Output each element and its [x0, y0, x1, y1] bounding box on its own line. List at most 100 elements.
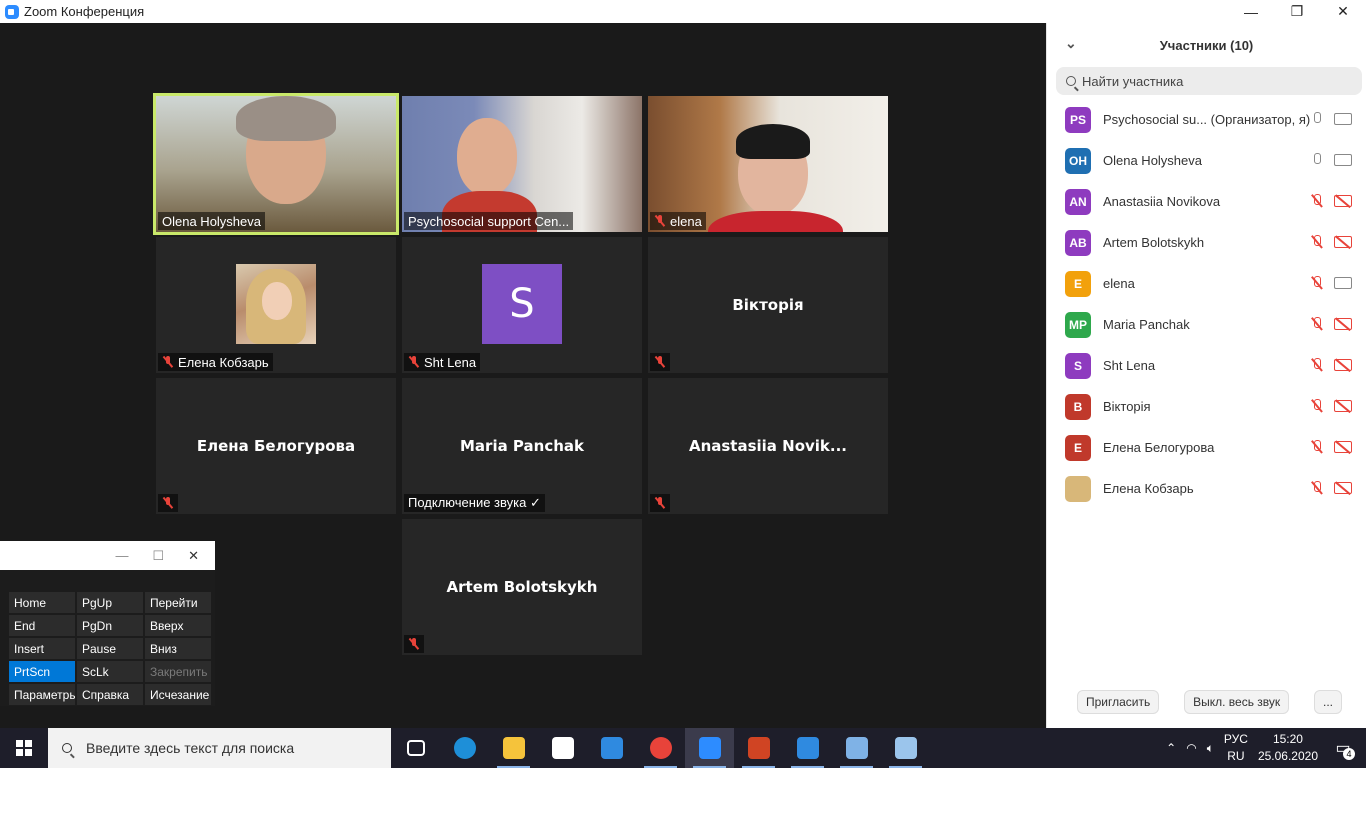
- participants-panel: ⌄ Участники (10) Найти участника PS Psych…: [1046, 23, 1366, 728]
- osk-key[interactable]: PgDn: [77, 615, 143, 636]
- osk-key[interactable]: PrtScn: [9, 661, 75, 682]
- clock[interactable]: 15:20 25.06.2020: [1258, 731, 1318, 765]
- participant-search-input[interactable]: Найти участника: [1056, 67, 1362, 95]
- volume-icon[interactable]: 🔈︎: [1207, 741, 1214, 756]
- notification-center-button[interactable]: ▭ 4: [1328, 728, 1358, 768]
- movie-maker-app-button[interactable]: [783, 728, 832, 768]
- osk-key[interactable]: Перейти: [145, 592, 211, 613]
- mic-muted-icon[interactable]: [1310, 440, 1322, 454]
- participant-row[interactable]: PS Psychosocial su... (Организатор, я): [1047, 99, 1366, 140]
- video-tile[interactable]: S Sht Lena: [402, 237, 642, 373]
- panel-title: Участники (10): [1159, 37, 1254, 53]
- participant-row[interactable]: B Вікторія: [1047, 386, 1366, 427]
- start-button[interactable]: [0, 728, 48, 768]
- powerpoint-icon: [747, 737, 770, 759]
- participant-name: Елена Кобзарь: [1103, 481, 1194, 496]
- powerpoint-app-button[interactable]: [734, 728, 783, 768]
- mic-muted-icon[interactable]: [1310, 399, 1322, 413]
- close-button[interactable]: ✕: [1320, 0, 1366, 23]
- camera-icon[interactable]: [1334, 154, 1352, 166]
- camera-icon[interactable]: [1334, 277, 1352, 289]
- participant-name: Елена Белогурова: [1103, 440, 1215, 455]
- osk-key[interactable]: Закрепить: [145, 661, 211, 682]
- maximize-button[interactable]: ❐: [1274, 0, 1320, 23]
- tile-center-name: Anastasiia Novik...: [688, 437, 848, 455]
- osk-key[interactable]: Вверх: [145, 615, 211, 636]
- video-tile[interactable]: Olena Holysheva: [153, 93, 399, 235]
- osk-key[interactable]: Справка: [77, 684, 143, 705]
- panel-footer: Пригласить Выкл. весь звук ...: [1047, 690, 1366, 714]
- mic-muted-icon: [408, 638, 420, 650]
- edge-app-button[interactable]: [440, 728, 489, 768]
- osk-maximize-button[interactable]: ☐: [152, 548, 164, 564]
- tile-name-label: Елена Кобзарь: [158, 353, 273, 371]
- mic-icon[interactable]: [1310, 153, 1322, 167]
- camera-icon[interactable]: [1334, 113, 1352, 125]
- video-tile[interactable]: Maria Panchak Подключение звука ✓: [402, 378, 642, 514]
- participant-row[interactable]: MP Maria Panchak: [1047, 304, 1366, 345]
- task-view-app-button[interactable]: [391, 728, 440, 768]
- participant-row[interactable]: E Елена Белогурова: [1047, 427, 1366, 468]
- mic-muted-icon[interactable]: [1310, 358, 1322, 372]
- camera-off-icon[interactable]: [1334, 236, 1352, 248]
- video-tile[interactable]: elena: [648, 96, 888, 232]
- taskbar-search-box[interactable]: Введите здесь текст для поиска: [48, 728, 391, 768]
- camera-off-icon[interactable]: [1334, 195, 1352, 207]
- language-indicator[interactable]: РУС RU: [1224, 731, 1248, 765]
- participant-row[interactable]: Елена Кобзарь: [1047, 468, 1366, 509]
- invite-button[interactable]: Пригласить: [1077, 690, 1160, 714]
- osk-minimize-button[interactable]: —: [115, 548, 128, 563]
- osk-key[interactable]: PgUp: [77, 592, 143, 613]
- minimize-button[interactable]: —: [1228, 0, 1274, 23]
- video-tile[interactable]: Artem Bolotskykh: [402, 519, 642, 655]
- osk-key[interactable]: Вниз: [145, 638, 211, 659]
- camera-off-icon[interactable]: [1334, 441, 1352, 453]
- camera-off-icon[interactable]: [1334, 482, 1352, 494]
- mic-muted-icon[interactable]: [1310, 276, 1322, 290]
- participant-row[interactable]: S Sht Lena: [1047, 345, 1366, 386]
- video-tile[interactable]: Psychosocial support Cen...: [402, 96, 642, 232]
- chrome-app-button[interactable]: [636, 728, 685, 768]
- mic-muted-icon[interactable]: [1310, 317, 1322, 331]
- mic-muted-icon[interactable]: [1310, 235, 1322, 249]
- camera-off-icon[interactable]: [1334, 318, 1352, 330]
- collapse-chevron-icon[interactable]: ⌄: [1065, 35, 1077, 52]
- mic-muted-icon[interactable]: [1310, 194, 1322, 208]
- zoom-app-button[interactable]: [685, 728, 734, 768]
- osk-key[interactable]: ScLk: [77, 661, 143, 682]
- camera-off-icon[interactable]: [1334, 400, 1352, 412]
- mic-icon[interactable]: [1310, 112, 1322, 126]
- video-tile[interactable]: Елена Кобзарь: [156, 237, 396, 373]
- osk-key[interactable]: Pause: [77, 638, 143, 659]
- tray-chevron-icon[interactable]: ⌃: [1166, 741, 1176, 755]
- store-app-button[interactable]: [538, 728, 587, 768]
- osk-key[interactable]: Insert: [9, 638, 75, 659]
- movie-maker-icon: [796, 737, 819, 759]
- system-tray: ⌃ ◠ 🔈︎ РУС RU 15:20 25.06.2020 ▭ 4: [1166, 728, 1366, 768]
- participant-row[interactable]: OH Olena Holysheva: [1047, 140, 1366, 181]
- osk-close-button[interactable]: ✕: [188, 548, 199, 564]
- osk-key[interactable]: Исчезание: [145, 684, 211, 705]
- participant-avatar: [1065, 475, 1091, 502]
- video-tile[interactable]: Anastasiia Novik...: [648, 378, 888, 514]
- osk-key[interactable]: Параметры: [9, 684, 75, 705]
- file-explorer-app-button[interactable]: [489, 728, 538, 768]
- participant-row[interactable]: AN Anastasiia Novikova: [1047, 181, 1366, 222]
- participant-name: Sht Lena: [1103, 358, 1156, 373]
- participant-row[interactable]: AB Artem Bolotskykh: [1047, 222, 1366, 263]
- network-icon[interactable]: ◠: [1186, 741, 1196, 755]
- mail-app-button[interactable]: [587, 728, 636, 768]
- video-tile[interactable]: Вікторія: [648, 237, 888, 373]
- camera-off-icon[interactable]: [1334, 359, 1352, 371]
- osk-key[interactable]: Home: [9, 592, 75, 613]
- keyboard-app-app-button[interactable]: [832, 728, 881, 768]
- mute-all-button[interactable]: Выкл. весь звук: [1184, 690, 1290, 714]
- paint-app-button[interactable]: [881, 728, 930, 768]
- participant-row[interactable]: Eelena: [1047, 263, 1366, 304]
- mic-muted-icon[interactable]: [1310, 481, 1322, 495]
- osk-key[interactable]: End: [9, 615, 75, 636]
- video-tile[interactable]: Елена Белогурова: [156, 378, 396, 514]
- more-button[interactable]: ...: [1313, 690, 1342, 714]
- participant-status-icons: [1310, 235, 1352, 249]
- participant-avatar: MP: [1065, 311, 1091, 338]
